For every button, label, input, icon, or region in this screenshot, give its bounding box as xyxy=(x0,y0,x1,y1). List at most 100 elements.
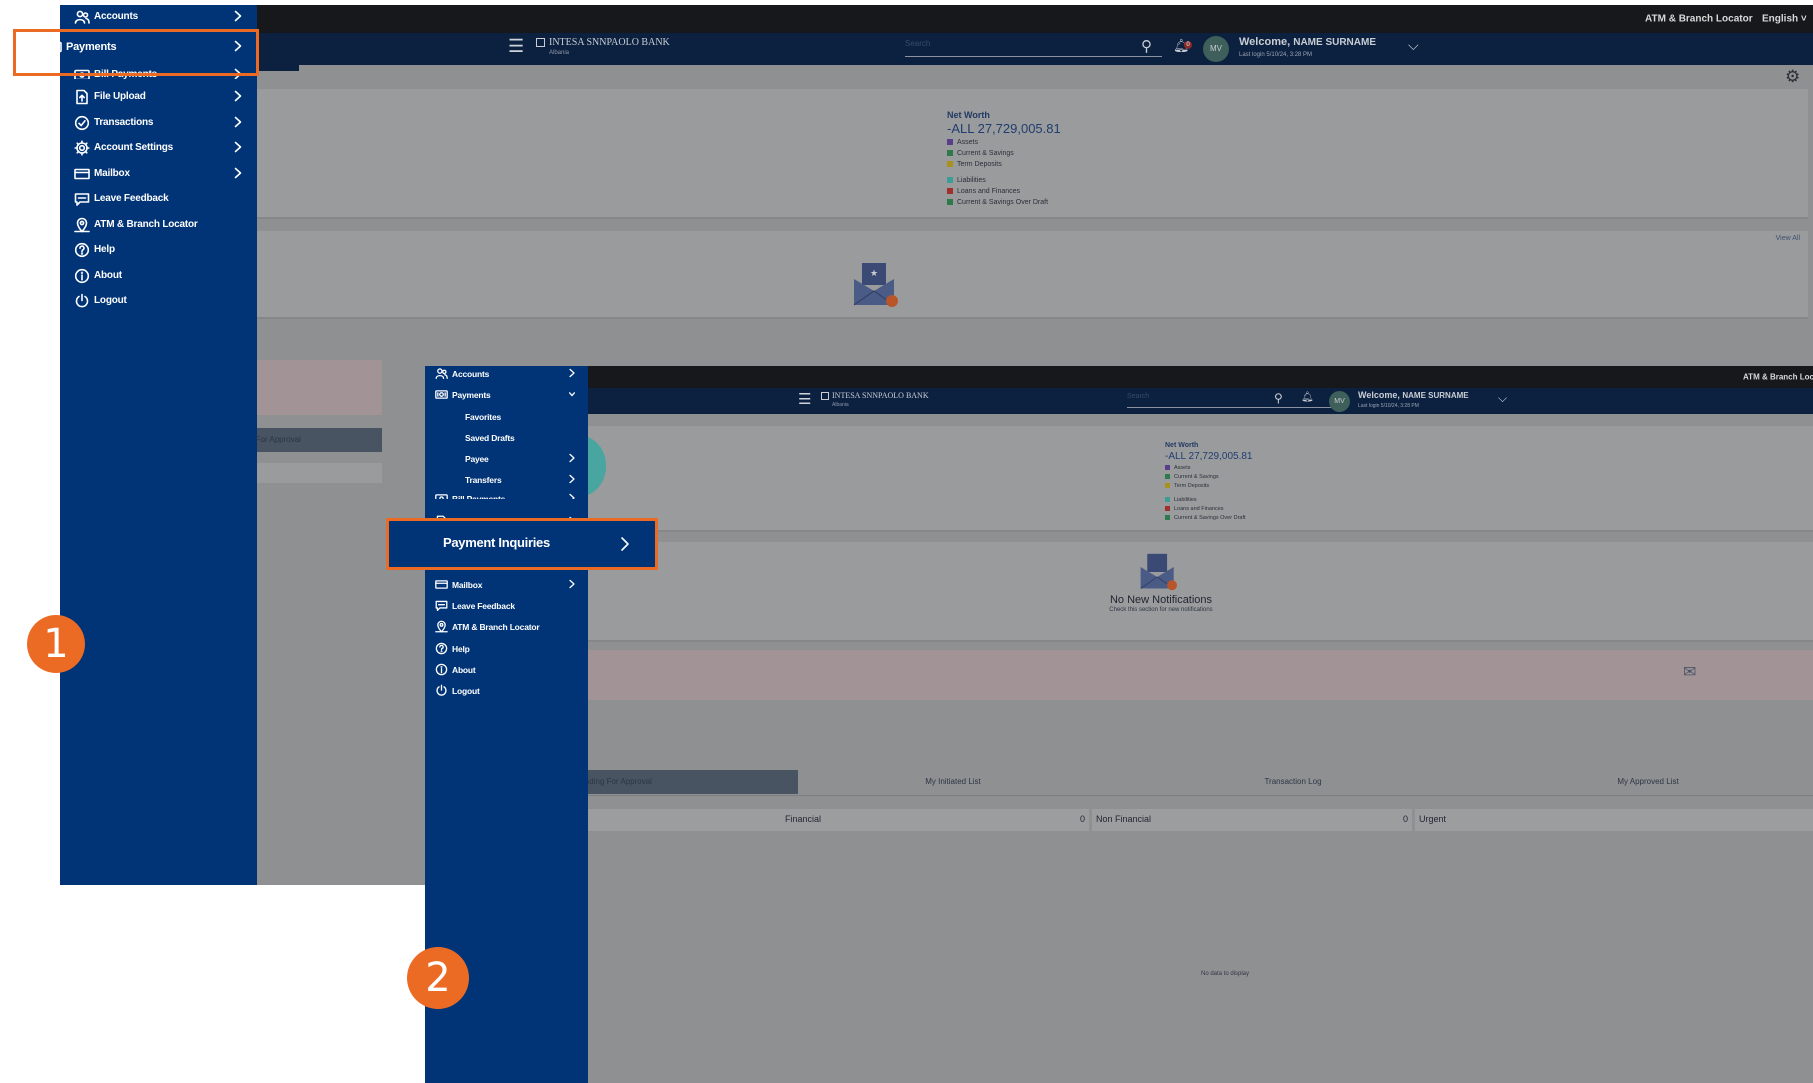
tab-my-approved-list[interactable]: My Approved List xyxy=(1478,770,1813,794)
mailbox-icon xyxy=(435,580,448,589)
sidebar-item-bill-payments[interactable]: Bill Payments xyxy=(425,489,588,499)
sidebar-1-header-strip xyxy=(257,33,299,71)
search-icon[interactable]: ⚲ xyxy=(1141,37,1152,55)
counter-financial[interactable]: Financial 0 xyxy=(781,809,1089,831)
sidebar-item-label: Leave Feedback xyxy=(94,193,169,204)
approvals-banner: ✉ xyxy=(425,650,1813,700)
map-pin-icon xyxy=(74,217,90,233)
avatar[interactable]: MV xyxy=(1203,36,1229,62)
last-login: Last login 5/10/24, 3:28 PM xyxy=(1358,403,1419,409)
tab-transaction-log[interactable]: Transaction Log xyxy=(1108,770,1478,794)
avatar[interactable]: MV xyxy=(1329,391,1350,412)
check-circle-icon xyxy=(74,115,90,131)
sidebar-item-label: Saved Drafts xyxy=(465,433,515,443)
sidebar-item-mailbox[interactable]: Mailbox xyxy=(425,575,588,596)
bell-icon[interactable]: 🔔︎ xyxy=(1301,392,1314,403)
help-icon xyxy=(74,242,90,258)
svg-text:★: ★ xyxy=(870,268,878,278)
no-data-message: No data to display xyxy=(1200,971,1250,977)
sidebar-item-leave-feedback[interactable]: Leave Feedback xyxy=(60,187,257,211)
sidebar-item-accounts[interactable]: Accounts xyxy=(60,5,257,29)
sidebar-item-transfers[interactable]: Transfers xyxy=(425,470,588,491)
atm-branch-locator-link[interactable]: ATM & Branch Locat xyxy=(1743,373,1813,382)
notifications-card: No New Notifications Check this section … xyxy=(586,542,1813,642)
sidebar-item-label: Transfers xyxy=(465,475,502,485)
sidebar-1: Accounts Payments Bill Payments File Upload… xyxy=(46,5,257,885)
search-icon[interactable]: ⚲ xyxy=(1274,391,1283,405)
counter-all[interactable]: 0 xyxy=(586,809,792,831)
chevron-right-icon xyxy=(569,453,575,463)
language-select[interactable]: English ˅ xyxy=(1762,14,1807,25)
feedback-icon xyxy=(435,600,448,612)
mail-notification-icon: ★ xyxy=(853,263,898,307)
tab-my-initiated-list[interactable]: My Initiated List xyxy=(798,770,1108,794)
sidebar-item-about[interactable]: About xyxy=(60,264,257,288)
sidebar-item-label: Transactions xyxy=(94,117,154,128)
chevron-right-icon xyxy=(234,167,242,179)
notification-count-badge: 0 xyxy=(1184,41,1192,49)
power-icon xyxy=(436,684,447,696)
sidebar-item-about[interactable]: About xyxy=(425,660,588,681)
sidebar-item-label: ATM & Branch Locator xyxy=(94,219,198,230)
atm-branch-locator-link[interactable]: ATM & Branch Locator xyxy=(1645,14,1753,25)
sidebar-item-accounts[interactable]: Accounts xyxy=(425,364,588,385)
net-worth-card: Net Worth -ALL 27,729,005.81 Assets Curr… xyxy=(556,426,1813,532)
welcome-label: Welcome, NAME SURNAME xyxy=(1358,390,1469,400)
sidebar-item-label: Help xyxy=(94,244,115,255)
step-2-badge: 2 xyxy=(407,947,469,1009)
sidebar-item-atm-and-branch-locator[interactable]: ATM & Branch Locator xyxy=(425,617,588,638)
sidebar-item-label: Payee xyxy=(465,454,489,464)
bank-name: INTESA SNNPAOLO BANK xyxy=(549,37,670,48)
counter-urgent[interactable]: Urgent xyxy=(1415,809,1813,831)
sidebar-item-logout[interactable]: Logout xyxy=(425,681,588,702)
sidebar-item-help[interactable]: Help xyxy=(425,639,588,660)
sidebar-item-label: Logout xyxy=(94,295,127,306)
menu-icon[interactable]: ☰ xyxy=(508,36,524,57)
gear-icon xyxy=(74,140,90,156)
payment-inquiries-label[interactable]: Payment Inquiries xyxy=(443,535,550,550)
sidebar-item-help[interactable]: Help xyxy=(60,238,257,262)
chevron-down-icon[interactable]: ⌵ xyxy=(1498,391,1507,406)
sidebar-item-label: Payments xyxy=(452,390,491,400)
screen-2: ATM & Branch Locat ☰ INTESA SNNPAOLO BAN… xyxy=(425,366,1813,1083)
sidebar-item-atm-and-branch-locator[interactable]: ATM & Branch Locator xyxy=(60,213,257,237)
sidebar-item-payee[interactable]: Payee xyxy=(425,449,588,470)
sidebar-item-transactions[interactable]: Transactions xyxy=(60,111,257,135)
net-worth-legend-assets: Assets Current & Savings Term Deposits xyxy=(1165,464,1219,491)
sidebar-item-saved-drafts[interactable]: Saved Drafts xyxy=(425,428,588,449)
bill-icon xyxy=(435,494,448,499)
tab-pending-for-approval[interactable]: Pending For Approval xyxy=(586,770,798,794)
no-notifications-subtitle: Check this section for new notifications xyxy=(1109,607,1213,613)
view-all-link[interactable]: View All xyxy=(1776,235,1800,242)
sidebar-item-label: Bill Payments xyxy=(452,494,506,499)
envelopes-icon: ✉ xyxy=(1683,664,1697,681)
sidebar-item-logout[interactable]: Logout xyxy=(60,289,257,313)
sidebar-item-label: Mailbox xyxy=(452,580,483,590)
search-input[interactable]: Search xyxy=(905,39,1162,57)
sidebar-item-favorites[interactable]: Favorites xyxy=(425,407,588,428)
chevron-right-icon xyxy=(569,474,575,484)
gear-icon[interactable]: ⚙ xyxy=(1785,67,1800,87)
sidebar-item-label: ATM & Branch Locator xyxy=(452,622,540,632)
sidebar-item-label: Account Settings xyxy=(94,142,174,153)
chevron-right-icon xyxy=(234,10,242,22)
tab-divider xyxy=(586,795,1813,796)
net-worth-legend-assets: Assets Current & Savings Term Deposits xyxy=(947,137,1014,170)
info-icon xyxy=(74,268,90,284)
sidebar-item-mailbox[interactable]: Mailbox xyxy=(60,162,257,186)
chevron-right-icon xyxy=(234,116,242,128)
chevron-down-icon[interactable]: ⌵ xyxy=(1408,37,1419,54)
header-bar: ☰ INTESA SNNPAOLO BANK Albania Search ⚲ … xyxy=(425,388,1813,414)
sidebar-item-leave-feedback[interactable]: Leave Feedback xyxy=(425,596,588,617)
sidebar-item-payments[interactable]: Payments xyxy=(425,385,588,406)
header-bar: ☰ INTESA SNNPAOLO BANK Albania Search ⚲ … xyxy=(60,33,1813,65)
notifications-card: View All ★ xyxy=(222,231,1808,319)
sidebar-item-label: Accounts xyxy=(452,369,490,379)
sidebar-item-account-settings[interactable]: Account Settings xyxy=(60,136,257,160)
menu-icon[interactable]: ☰ xyxy=(798,390,811,408)
counter-non-financial[interactable]: Non Financial 0 xyxy=(1092,809,1412,831)
sidebar-item-label: File Upload xyxy=(94,91,146,102)
sidebar-item-file-upload[interactable]: File Upload xyxy=(60,85,257,109)
sidebar-item-label: Favorites xyxy=(465,412,501,422)
user-name: NAME SURNAME xyxy=(1293,37,1376,48)
